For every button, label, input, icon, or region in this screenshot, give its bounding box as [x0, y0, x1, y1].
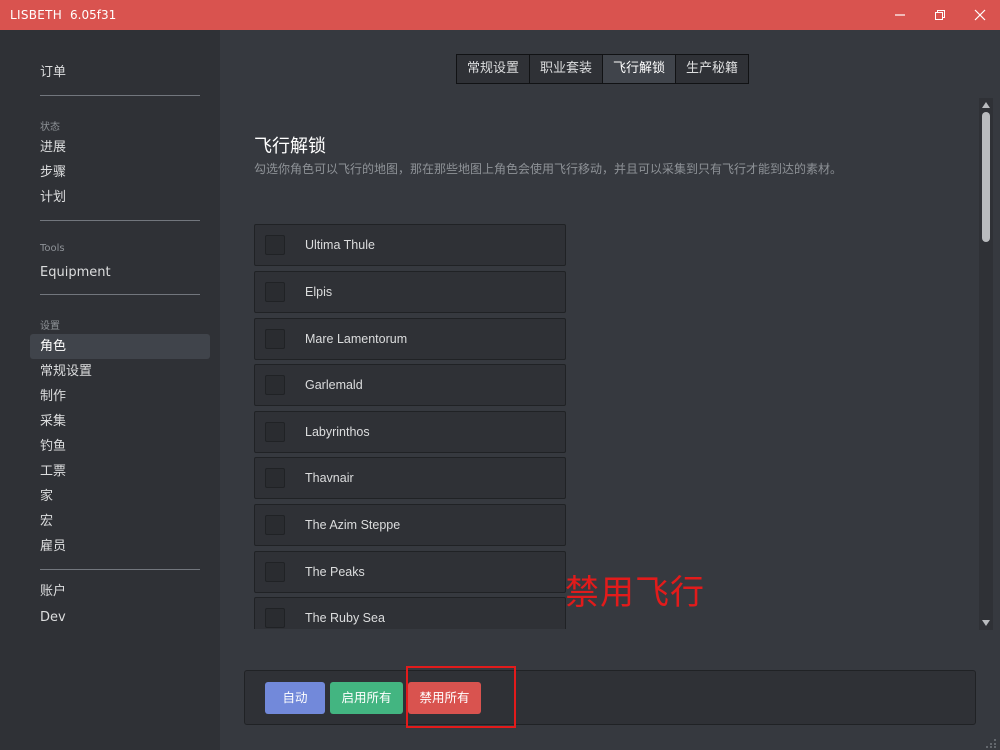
section-description: 勾选你角色可以飞行的地图，那在那些地图上角色会使用飞行移动，并且可以采集到只有飞…	[254, 162, 843, 176]
action-bar: 自动 启用所有 禁用所有	[244, 670, 976, 725]
map-checkbox[interactable]	[265, 282, 285, 302]
sidebar-item-character[interactable]: 角色	[30, 334, 210, 359]
map-item[interactable]: The Ruby Sea	[254, 597, 566, 629]
map-checkbox[interactable]	[265, 329, 285, 349]
app-name: LISBETH	[10, 8, 63, 22]
tab-flying-unlock[interactable]: 飞行解锁	[603, 55, 677, 83]
map-name: Thavnair	[305, 471, 354, 485]
minimize-icon	[895, 14, 905, 16]
map-item[interactable]: Ultima Thule	[254, 224, 566, 266]
scroll-down-icon[interactable]	[979, 616, 993, 630]
sidebar-item-dev[interactable]: Dev	[30, 605, 210, 630]
sidebar-section-settings: 设置	[40, 321, 60, 332]
map-name: Mare Lamentorum	[305, 332, 408, 346]
sidebar-item-account[interactable]: 账户	[30, 579, 210, 604]
map-checkbox[interactable]	[265, 468, 285, 488]
app-version: 6.05f31	[70, 8, 117, 22]
restore-button[interactable]	[920, 0, 960, 30]
map-checkbox[interactable]	[265, 235, 285, 255]
map-name: The Peaks	[305, 565, 365, 579]
main-panel: 常规设置 职业套装 飞行解锁 生产秘籍 飞行解锁 勾选你角色可以飞行的地图，那在…	[220, 30, 1000, 750]
scroll-thumb[interactable]	[982, 112, 990, 242]
close-icon	[974, 9, 986, 21]
map-name: The Ruby Sea	[305, 611, 385, 625]
map-list: Ultima Thule Elpis Mare Lamentorum Garle…	[254, 224, 566, 629]
map-item[interactable]: Garlemald	[254, 364, 566, 406]
restore-icon	[935, 10, 945, 20]
section-title: 飞行解锁	[254, 136, 326, 157]
sidebar-item-general-settings[interactable]: 常规设置	[30, 359, 210, 384]
tab-crafting-manuals[interactable]: 生产秘籍	[676, 55, 749, 83]
annotation-highlight-box	[406, 666, 516, 728]
resize-grip-icon[interactable]	[984, 738, 998, 748]
map-checkbox[interactable]	[265, 515, 285, 535]
sidebar-item-plan[interactable]: 计划	[30, 185, 210, 210]
tab-general-settings[interactable]: 常规设置	[457, 55, 531, 83]
scroll-up-icon[interactable]	[979, 98, 993, 112]
title-bar: LISBETH 6.05f31	[0, 0, 1000, 30]
sidebar-item-scrips[interactable]: 工票	[30, 459, 210, 484]
sidebar-item-order[interactable]: 订单	[30, 60, 210, 85]
map-checkbox[interactable]	[265, 422, 285, 442]
close-button[interactable]	[960, 0, 1000, 30]
sidebar-section-status: 状态	[40, 122, 60, 133]
map-name: Garlemald	[305, 378, 363, 392]
tab-job-gearsets[interactable]: 职业套装	[530, 55, 604, 83]
sidebar-item-fishing[interactable]: 钓鱼	[30, 434, 210, 459]
enable-all-button[interactable]: 启用所有	[330, 682, 403, 714]
map-item[interactable]: Elpis	[254, 271, 566, 313]
minimize-button[interactable]	[880, 0, 920, 30]
sidebar-item-equipment[interactable]: Equipment	[30, 260, 210, 285]
map-name: Elpis	[305, 285, 333, 299]
map-checkbox[interactable]	[265, 562, 285, 582]
map-item[interactable]: Thavnair	[254, 457, 566, 499]
sidebar-item-crafting[interactable]: 制作	[30, 384, 210, 409]
map-item[interactable]: The Peaks	[254, 551, 566, 593]
map-item[interactable]: Mare Lamentorum	[254, 318, 566, 360]
map-item[interactable]: Labyrinthos	[254, 411, 566, 453]
annotation-text: 禁用飞行	[565, 573, 705, 613]
sidebar-section-tools: Tools	[40, 243, 65, 254]
map-name: Ultima Thule	[305, 238, 375, 252]
sidebar-divider	[40, 95, 200, 96]
map-checkbox[interactable]	[265, 608, 285, 628]
tab-bar: 常规设置 职业套装 飞行解锁 生产秘籍	[456, 54, 750, 84]
sidebar-item-gathering[interactable]: 采集	[30, 409, 210, 434]
sidebar-item-steps[interactable]: 步骤	[30, 160, 210, 185]
sidebar-item-home[interactable]: 家	[30, 484, 210, 509]
map-name: Labyrinthos	[305, 425, 370, 439]
sidebar-divider	[40, 569, 200, 570]
auto-button[interactable]: 自动	[265, 682, 325, 714]
map-checkbox[interactable]	[265, 375, 285, 395]
sidebar-item-macros[interactable]: 宏	[30, 509, 210, 534]
sidebar-divider	[40, 294, 200, 295]
map-item[interactable]: The Azim Steppe	[254, 504, 566, 546]
sidebar: 订单 状态 进展 步骤 计划 Tools Equipment 设置 角色 常规设…	[0, 30, 220, 750]
sidebar-item-retainers[interactable]: 雇员	[30, 534, 210, 559]
sidebar-item-progress[interactable]: 进展	[30, 135, 210, 160]
map-name: The Azim Steppe	[305, 518, 401, 532]
sidebar-divider	[40, 220, 200, 221]
scrollbar[interactable]	[979, 98, 993, 630]
